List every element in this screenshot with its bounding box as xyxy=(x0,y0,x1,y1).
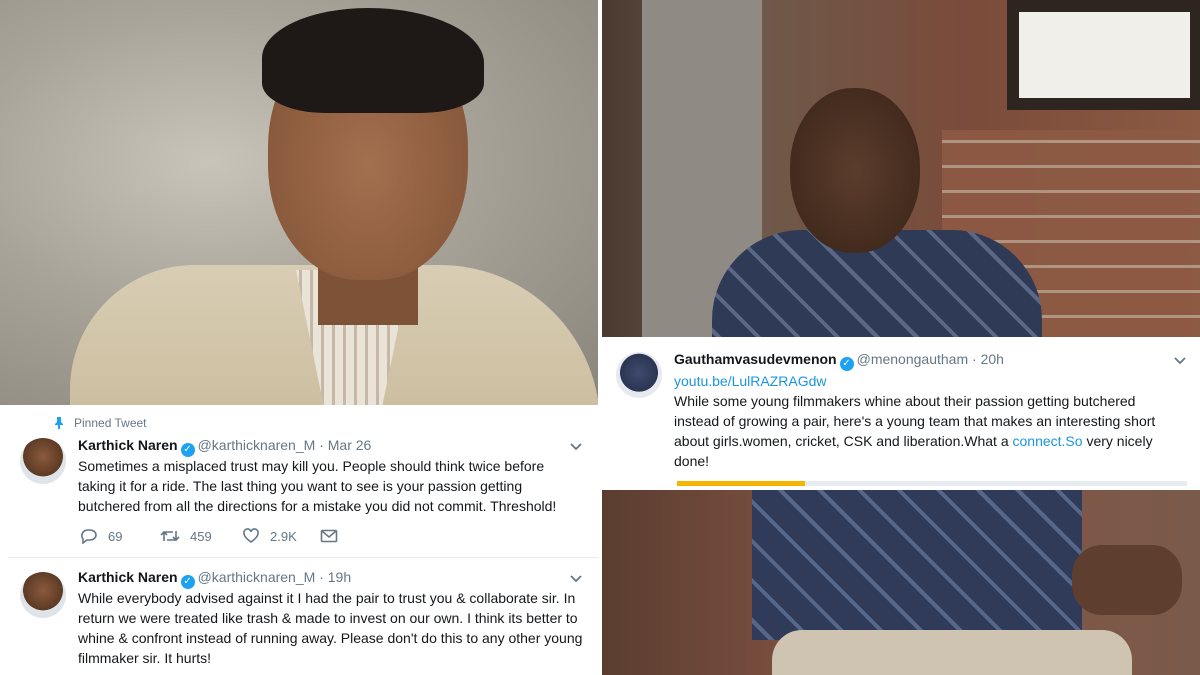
tweet-text: While everybody advised against it I had… xyxy=(78,590,583,666)
photo-gautham-menon-top xyxy=(602,0,1200,337)
pants-shape xyxy=(772,630,1132,675)
avatar[interactable] xyxy=(20,438,66,484)
display-name[interactable]: Karthick Naren xyxy=(78,569,178,585)
pinned-tweet-card[interactable]: Pinned Tweet Karthick Naren ✓ @karthicknar… xyxy=(8,408,598,556)
tweet-header: Gauthamvasudevmenon ✓ @menongautham · 20h xyxy=(674,350,1004,371)
checked-shirt-shape xyxy=(752,490,1082,640)
window-shape xyxy=(1007,0,1200,110)
display-name[interactable]: Gauthamvasudevmenon xyxy=(674,351,837,367)
direct-message-icon xyxy=(320,529,338,543)
gautham-tweet-card[interactable]: Gauthamvasudevmenon ✓ @menongautham · 20h … xyxy=(602,340,1200,488)
retweet-button[interactable]: 459 xyxy=(160,528,212,544)
tweet-text: While some young filmmakers whine about … xyxy=(674,391,1174,471)
hair-shape xyxy=(262,8,484,113)
verified-icon: ✓ xyxy=(180,443,195,457)
youtube-link[interactable]: youtu.be/LulRAZRAGdw xyxy=(674,371,1174,391)
retweet-count: 459 xyxy=(190,529,212,544)
retweet-icon xyxy=(160,530,180,542)
like-count: 2.9K xyxy=(270,529,297,544)
like-icon xyxy=(243,528,259,543)
avatar[interactable] xyxy=(616,352,662,398)
display-name[interactable]: Karthick Naren xyxy=(78,437,178,453)
timestamp[interactable]: 19h xyxy=(328,569,351,585)
tweet-divider xyxy=(8,557,598,558)
photo-karthick-naren xyxy=(0,0,598,405)
tweet-header: Karthick Naren ✓ @karthicknaren_M · Mar 26 xyxy=(78,436,371,457)
pinned-tweet-label: Pinned Tweet xyxy=(74,416,147,430)
handle[interactable]: @karthicknaren_M xyxy=(198,569,316,585)
inline-link[interactable]: connect.So xyxy=(1013,433,1083,449)
separator-dot: · xyxy=(972,351,977,367)
tweet-card[interactable]: Karthick Naren ✓ @karthicknaren_M · 19h Wh… xyxy=(8,560,598,675)
pinned-tweet-label-row: Pinned Tweet xyxy=(54,416,147,430)
reply-count: 69 xyxy=(108,529,123,544)
separator-dot: · xyxy=(319,437,324,453)
reply-icon xyxy=(81,529,97,545)
verified-icon: ✓ xyxy=(839,357,854,371)
timestamp[interactable]: 20h xyxy=(981,351,1004,367)
direct-message-button[interactable] xyxy=(320,528,348,543)
timestamp[interactable]: Mar 26 xyxy=(328,437,372,453)
video-progress-bar xyxy=(677,481,805,486)
verified-icon: ✓ xyxy=(180,575,195,589)
pin-icon xyxy=(55,417,63,429)
arm-shape xyxy=(1072,545,1182,615)
tweet-text: Sometimes a misplaced trust may kill you… xyxy=(78,458,557,514)
photo-gautham-menon-bottom xyxy=(602,490,1200,675)
like-button[interactable]: 2.9K xyxy=(242,528,297,544)
chevron-down-icon[interactable] xyxy=(568,438,584,454)
head-shape xyxy=(790,88,920,253)
chevron-down-icon[interactable] xyxy=(1172,352,1188,368)
separator-dot: · xyxy=(319,569,324,585)
handle[interactable]: @karthicknaren_M xyxy=(198,437,316,453)
tweet-header: Karthick Naren ✓ @karthicknaren_M · 19h xyxy=(78,568,351,589)
avatar[interactable] xyxy=(20,572,66,618)
chevron-down-icon[interactable] xyxy=(568,570,584,586)
reply-button[interactable]: 69 xyxy=(80,528,123,545)
handle[interactable]: @menongautham xyxy=(857,351,969,367)
tweet-text-block: youtu.be/LulRAZRAGdw While some young fi… xyxy=(674,371,1174,471)
